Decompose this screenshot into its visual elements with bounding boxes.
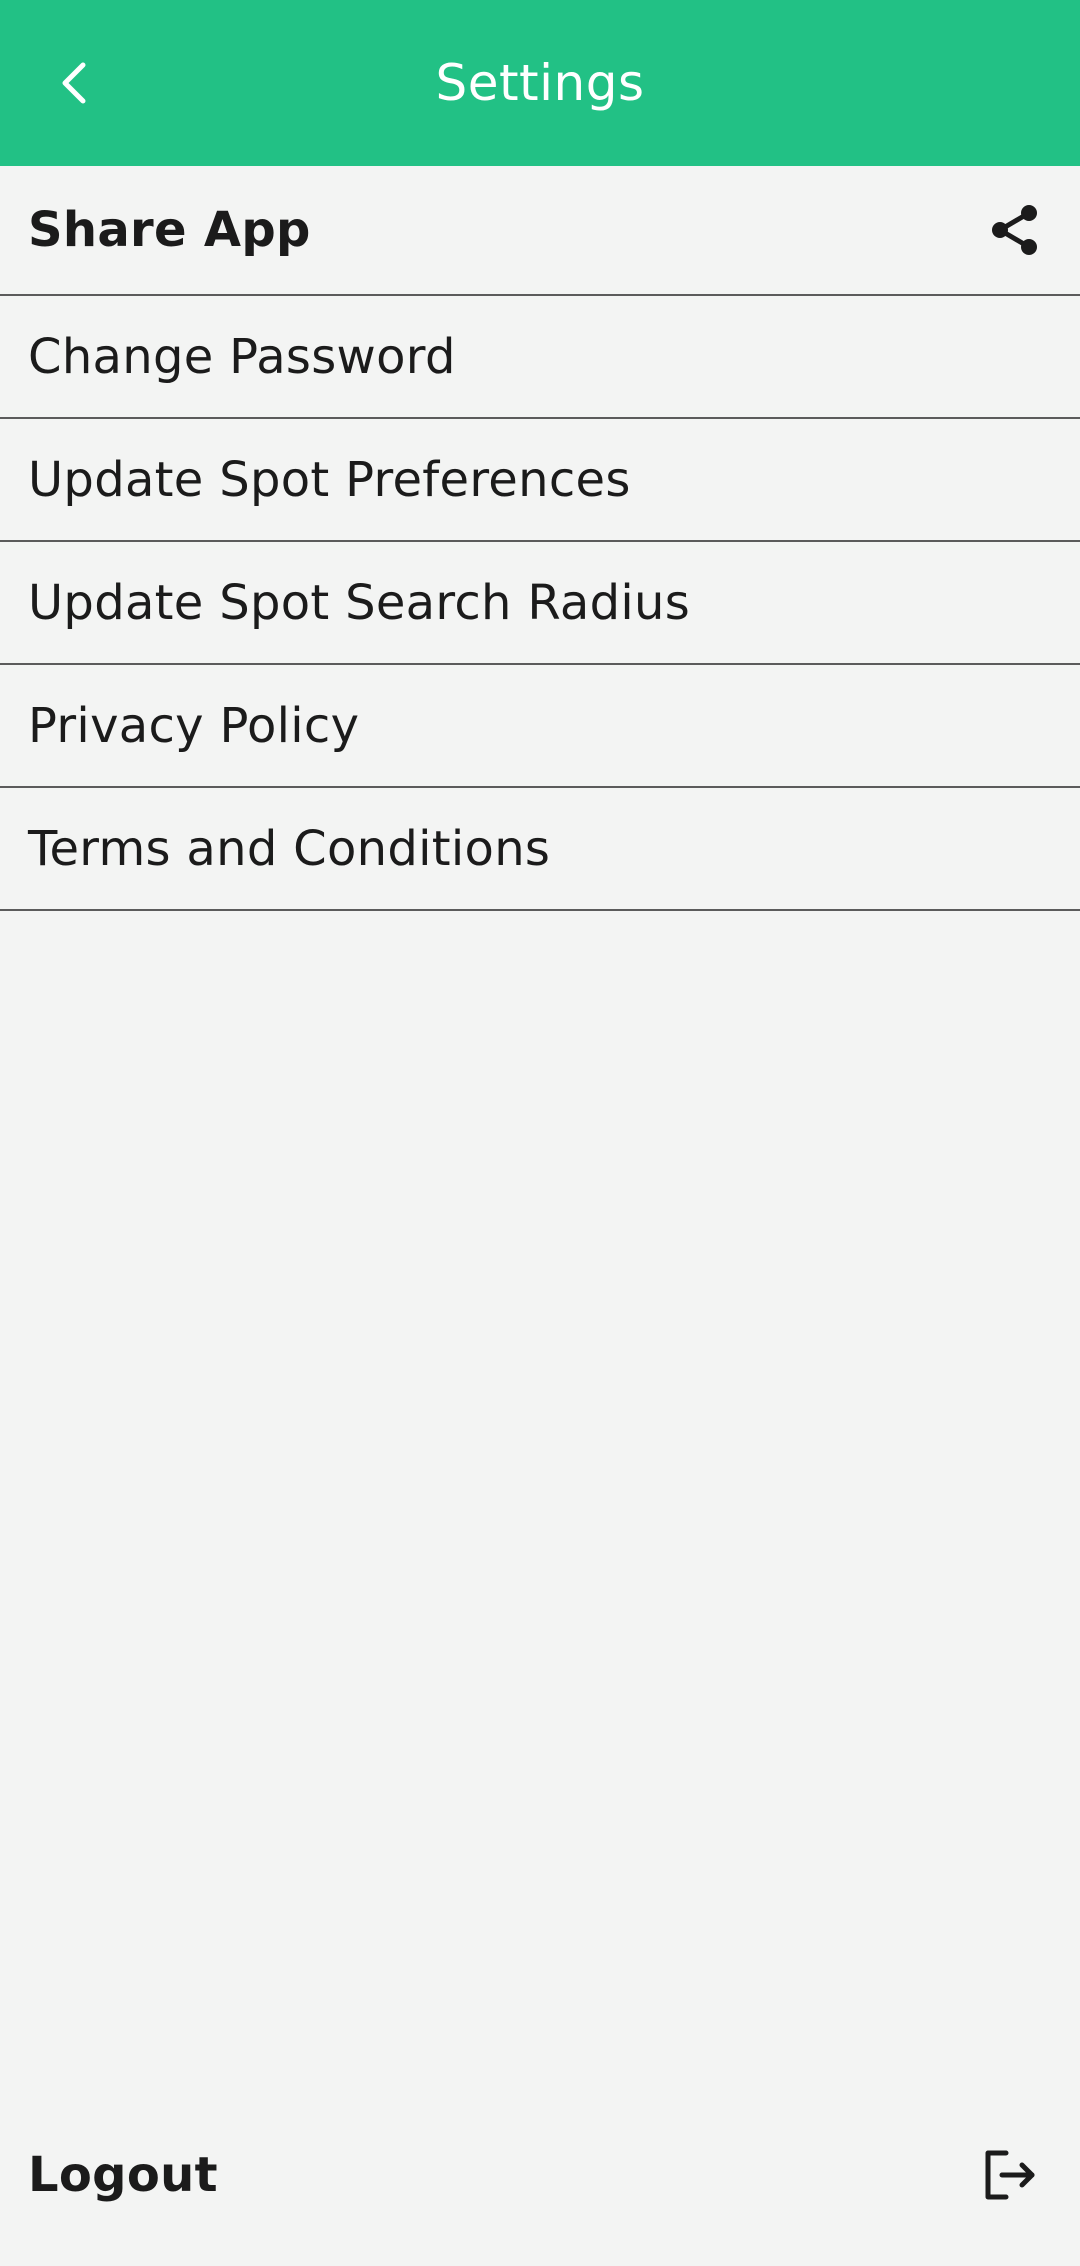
back-button[interactable] <box>38 43 108 123</box>
page-title: Settings <box>435 54 645 112</box>
settings-item-share-app[interactable]: Share App <box>0 166 1080 296</box>
share-icon <box>984 200 1044 260</box>
privacy-policy-label: Privacy Policy <box>28 697 360 754</box>
logout-icon <box>978 2143 1042 2207</box>
settings-item-privacy-policy[interactable]: Privacy Policy <box>0 665 1080 788</box>
change-password-label: Change Password <box>28 328 456 385</box>
terms-and-conditions-label: Terms and Conditions <box>28 820 551 877</box>
update-spot-preferences-label: Update Spot Preferences <box>28 451 631 508</box>
settings-item-update-spot-search-radius[interactable]: Update Spot Search Radius <box>0 542 1080 665</box>
chevron-left-icon <box>62 62 86 104</box>
settings-item-update-spot-preferences[interactable]: Update Spot Preferences <box>0 419 1080 542</box>
app-header: Settings <box>0 0 1080 166</box>
settings-list: Share App Change Password Update Spot Pr… <box>0 166 1080 911</box>
settings-item-terms-and-conditions[interactable]: Terms and Conditions <box>0 788 1080 911</box>
share-app-label: Share App <box>28 202 311 258</box>
logout-label: Logout <box>28 2147 218 2203</box>
logout-button[interactable]: Logout <box>0 2115 1080 2235</box>
settings-item-change-password[interactable]: Change Password <box>0 296 1080 419</box>
update-spot-search-radius-label: Update Spot Search Radius <box>28 574 691 631</box>
